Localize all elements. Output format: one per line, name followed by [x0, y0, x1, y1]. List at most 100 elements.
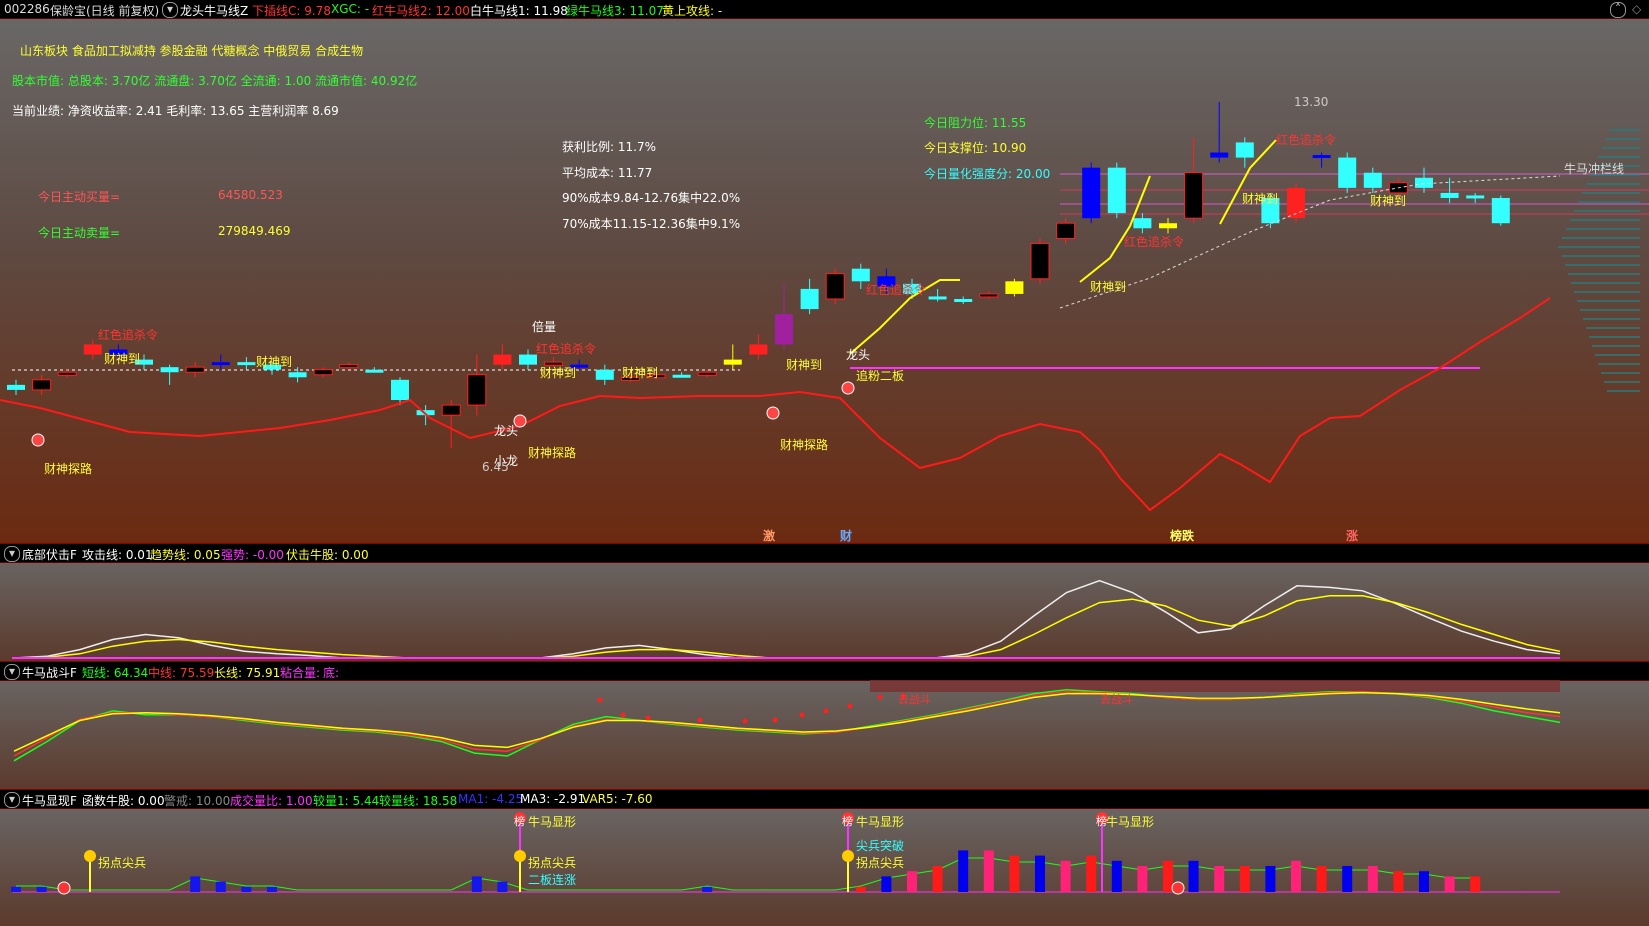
ma-line	[16, 857, 1476, 891]
signal-dot	[841, 381, 855, 395]
legend-item: 黄上攻线: -	[662, 4, 723, 18]
legend-item: 长线: 75.91	[214, 666, 281, 680]
bang-label: 榜	[1096, 815, 1107, 828]
volume-bar	[958, 850, 969, 892]
legend-item: 中线: 75.59	[148, 666, 215, 680]
candle-body	[1363, 172, 1382, 188]
candle-body	[1440, 192, 1459, 198]
active-buy-value: 64580.523	[218, 188, 283, 202]
candle-body	[1133, 218, 1152, 229]
candle-body	[672, 374, 691, 378]
volume-bar	[1086, 855, 1097, 892]
volume-bar	[471, 876, 482, 892]
volume-bar	[1419, 871, 1429, 892]
volume-bar	[1060, 860, 1071, 892]
guaidian-label: 拐点尖兵	[856, 856, 905, 870]
cross-dot	[847, 703, 853, 709]
battle-label: 去战斗	[1100, 693, 1133, 706]
cross-dot	[597, 697, 603, 703]
candle-body	[160, 367, 179, 373]
candle-body	[825, 273, 845, 300]
legend-item: 较量1: 5.44	[313, 794, 380, 808]
legend-item: 警戒: 10.00	[164, 794, 231, 808]
plus-marker	[1171, 881, 1185, 895]
candle-body	[211, 362, 230, 366]
bang-label: 榜	[514, 815, 525, 828]
candle-body	[1082, 167, 1101, 219]
sub1-title[interactable]: 底部伏击F	[22, 546, 77, 563]
sub-panel-ambush[interactable]: ▾ 底部伏击F 攻击线: 0.01 趋势线: 0.05 强势: -0.00 伏击…	[0, 543, 1649, 662]
legend-item: VAR5: -7.60	[582, 792, 653, 806]
volume-bar	[1214, 866, 1225, 892]
annot-hongse: 红色追杀令	[866, 283, 927, 297]
volume-bar	[1291, 860, 1301, 892]
legend-item: 下插线C: 9.78	[252, 4, 331, 18]
signal-dot	[766, 406, 780, 420]
annot-caishendao: 财神到	[104, 352, 141, 366]
legend-item: 强势: -0.00	[221, 548, 284, 562]
cross-dot	[697, 717, 703, 723]
average-cost: 平均成本: 11.77	[562, 166, 653, 180]
candle-body	[928, 296, 947, 300]
candle-body	[467, 374, 487, 406]
volume-bar	[11, 886, 21, 892]
candle-body	[441, 404, 461, 416]
legend-item: 攻击线: 0.01	[82, 548, 153, 562]
sub1-chart-svg[interactable]	[0, 562, 1649, 662]
candle-body	[1338, 157, 1357, 188]
collapse-icon[interactable]: ˄	[1610, 2, 1626, 18]
candle-body	[1466, 195, 1485, 199]
annot-caishendao: 财神到	[1370, 194, 1407, 208]
bang-label: 榜	[842, 815, 853, 828]
marker-bangdie: 榜跌	[1170, 529, 1195, 543]
main-chart-svg[interactable]	[0, 18, 1649, 545]
volume-bar	[267, 886, 277, 892]
jianbing-label: 尖兵突破	[856, 839, 905, 853]
toggle-icon[interactable]: ▾	[4, 546, 20, 562]
volume-bar	[702, 886, 713, 892]
annot-caishendao: 财神到	[1242, 192, 1279, 206]
annot-tanlu: 财神探路	[44, 462, 93, 476]
annot-hongse: 红色追杀令	[536, 342, 597, 356]
volume-bar	[1444, 876, 1455, 892]
settings-diamond-icon[interactable]: ◇	[1632, 2, 1641, 16]
candle-body	[339, 364, 359, 369]
candle-body	[1184, 172, 1204, 219]
legend-item: 红牛马线2: 12.00	[372, 4, 470, 18]
candle-body	[288, 372, 307, 378]
cross-dot	[877, 694, 883, 700]
stock-code: 002286	[4, 2, 50, 16]
legend-item: 较量线: 18.58	[379, 794, 458, 808]
volume-bar	[881, 876, 892, 892]
annot-chonglan: 牛马冲栏线	[1564, 162, 1625, 176]
performance-info: 当前业绩: 净资收益率: 2.41 毛利率: 13.65 主营利润率 8.69	[12, 104, 339, 118]
annot-beiliang: 倍量	[532, 320, 557, 334]
candle-body	[851, 268, 870, 282]
toggle-icon[interactable]: ▾	[4, 664, 20, 680]
sub3-chart-svg[interactable]	[0, 808, 1649, 926]
profit-ratio: 获利比例: 11.7%	[562, 140, 656, 154]
sub-panel-reveal[interactable]: ▾ 牛马显现F 函数牛股: 0.00 警戒: 10.00 成交量比: 1.00 …	[0, 789, 1649, 926]
plus-marker	[57, 881, 71, 895]
niuma-label: 牛马显形	[1106, 815, 1155, 829]
toggle-icon[interactable]: ▾	[4, 792, 20, 808]
cross-dot	[799, 712, 805, 718]
candle-body	[32, 379, 52, 391]
main-chart-panel[interactable]: 002286 保龄宝(日线 前复权) ▾ 龙头牛马线Z 下插线C: 9.78 X…	[0, 0, 1649, 545]
volume-bar	[1137, 866, 1148, 892]
candle-body	[1005, 281, 1024, 294]
pivot-badge	[842, 850, 854, 862]
legend-item: 短线: 64.34	[82, 666, 149, 680]
sub3-title[interactable]: 牛马显现F	[22, 792, 77, 809]
indicator-name[interactable]: 龙头牛马线Z	[180, 2, 248, 19]
candle-body	[185, 366, 205, 373]
sub-panel-battle[interactable]: ▾ 牛马战斗F 短线: 64.34 中线: 75.59 长线: 75.91 粘合…	[0, 661, 1649, 790]
marker-ji: 激	[763, 529, 776, 543]
candle-body	[1491, 197, 1510, 224]
cost-70: 70%成本11.15-12.36集中9.1%	[562, 217, 741, 231]
sub2-chart-svg[interactable]	[0, 680, 1649, 790]
legend-item: 函数牛股: 0.00	[82, 794, 165, 808]
sub2-title[interactable]: 牛马战斗F	[22, 664, 77, 681]
high-price-label: 13.30	[1294, 95, 1329, 109]
indicator-toggle-icon[interactable]: ▾	[162, 2, 178, 18]
